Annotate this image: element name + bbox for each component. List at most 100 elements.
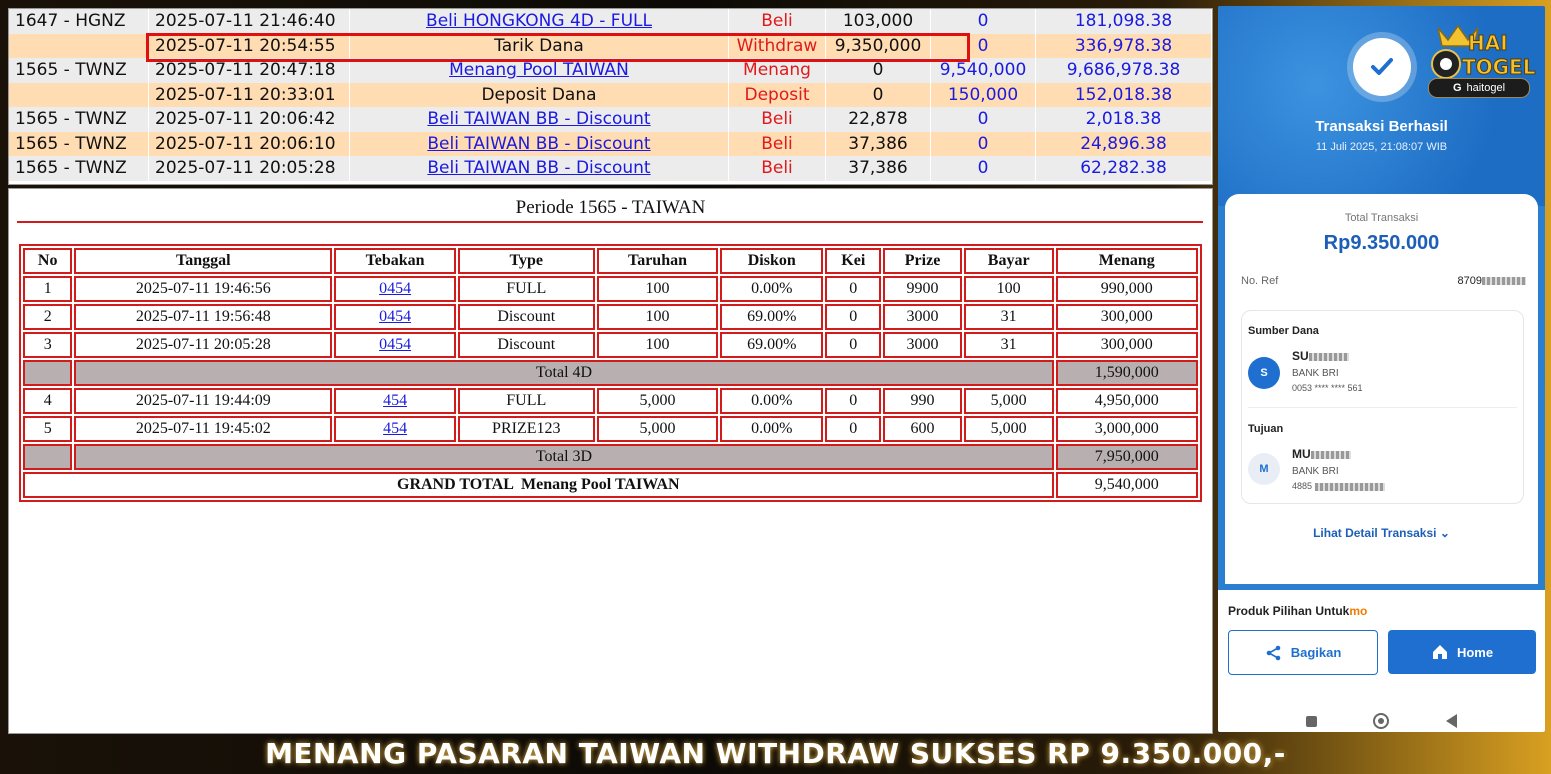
total-spacer xyxy=(23,444,73,470)
bet-cell-no: 4 xyxy=(23,388,73,414)
share-label: Bagikan xyxy=(1290,645,1342,660)
dest-bank: BANK BRI xyxy=(1292,466,1339,477)
bet-cell-menang: 3,000,000 xyxy=(1055,416,1198,442)
history-row: 1565 - TWNZ 2025-07-11 20:05:28 Beli TAIWA… xyxy=(9,156,1212,181)
transaction-history-table: 1647 - HGNZ 2025-07-11 21:46:40 Beli HONGK… xyxy=(9,9,1212,181)
bet-cell-taruhan: 100 xyxy=(596,332,719,358)
share-icon xyxy=(1266,645,1281,660)
google-g-icon: G xyxy=(1452,82,1462,94)
products-label: Produk Pilihan Untuk xyxy=(1228,604,1350,618)
recents-icon[interactable] xyxy=(1306,715,1318,727)
receipt-title: Transaksi Berhasil xyxy=(1315,118,1448,135)
total-label: Total 3D xyxy=(74,444,1054,470)
bet-cell-prize: 990 xyxy=(883,388,962,414)
title-divider xyxy=(17,221,1203,223)
history-type: Beli xyxy=(728,131,826,156)
bet-cell-bayar: 5,000 xyxy=(963,416,1054,442)
dest-account-redacted xyxy=(1314,482,1385,491)
source-name: SU xyxy=(1292,349,1349,363)
column-header: Taruhan xyxy=(596,248,719,274)
history-description: Menang Pool TAIWAN xyxy=(349,58,729,83)
bet-cell-prize: 3000 xyxy=(883,332,962,358)
view-detail-link[interactable]: Lihat Detail Transaksi ⌄ xyxy=(1225,526,1538,540)
bet-cell-tebakan: 0454 xyxy=(334,332,456,358)
source-avatar: S xyxy=(1248,357,1280,389)
bet-cell-menang: 300,000 xyxy=(1055,304,1198,330)
share-button[interactable]: Bagikan xyxy=(1228,630,1378,675)
history-win: 0 xyxy=(930,9,1036,34)
history-description-link[interactable]: Beli HONGKONG 4D - FULL xyxy=(426,11,652,31)
guess-number-link[interactable]: 454 xyxy=(383,392,407,409)
bet-cell-type: Discount xyxy=(457,304,595,330)
source-label: Sumber Dana xyxy=(1248,325,1319,337)
history-row: 1565 - TWNZ 2025-07-11 20:06:42 Beli TAIWA… xyxy=(9,107,1212,132)
history-description: Beli TAIWAN BB - Discount xyxy=(349,107,729,132)
bet-cell-prize: 600 xyxy=(883,416,962,442)
ref-redacted xyxy=(1482,277,1526,286)
history-balance: 62,282.38 xyxy=(1035,156,1212,181)
source-name-redacted xyxy=(1308,352,1349,361)
bet-cell-kei: 0 xyxy=(825,332,882,358)
history-market-id: 1565 - TWNZ xyxy=(9,107,149,132)
home-button[interactable]: Home xyxy=(1388,630,1536,674)
products-heading: Produk Pilihan Untukmo xyxy=(1228,604,1367,618)
history-balance: 24,896.38 xyxy=(1035,131,1212,156)
history-description-link[interactable]: Beli TAIWAN BB - Discount xyxy=(427,109,650,129)
parties-card: Sumber Dana S SU BANK BRI 0053 **** ****… xyxy=(1241,310,1524,504)
ref-value-text: 8709 xyxy=(1457,275,1482,287)
bet-row: 2 2025-07-11 19:56:48 0454 Discount 100 69.00… xyxy=(23,304,1198,330)
history-date: 2025-07-11 20:05:28 xyxy=(148,156,350,181)
haitogel-badge-label: haitogel xyxy=(1466,82,1506,94)
dest-name-redacted xyxy=(1310,450,1351,459)
history-win: 0 xyxy=(930,131,1036,156)
guess-number-link[interactable]: 0454 xyxy=(379,280,411,297)
history-description-link[interactable]: Menang Pool TAIWAN xyxy=(449,60,629,80)
column-header: Diskon xyxy=(720,248,824,274)
home-label: Home xyxy=(1456,644,1494,660)
total-4d-row: Total 4D 1,590,000 xyxy=(23,360,1198,386)
column-header: Type xyxy=(457,248,595,274)
bet-cell-no: 1 xyxy=(23,276,73,302)
history-description-link[interactable]: Beli TAIWAN BB - Discount xyxy=(427,158,650,178)
history-type: Beli xyxy=(728,9,826,34)
grand-total-value: 9,540,000 xyxy=(1055,472,1198,498)
source-bank: BANK BRI xyxy=(1292,368,1339,379)
history-type: Menang xyxy=(728,58,826,83)
history-description: Tarik Dana xyxy=(349,33,729,58)
history-balance: 336,978.38 xyxy=(1035,33,1212,58)
back-icon[interactable] xyxy=(1445,714,1457,728)
source-name-text: SU xyxy=(1292,349,1309,363)
parties-divider xyxy=(1248,407,1517,408)
history-amount: 0 xyxy=(825,58,931,83)
home-nav-icon[interactable] xyxy=(1373,713,1390,729)
promo-caption: MENANG PASARAN TAIWAN WITHDRAW SUKSES RP… xyxy=(265,737,1286,770)
history-description: Beli TAIWAN BB - Discount xyxy=(349,156,729,181)
guess-number-link[interactable]: 454 xyxy=(383,420,407,437)
bet-cell-no: 2 xyxy=(23,304,73,330)
history-amount: 9,350,000 xyxy=(825,33,931,58)
history-win: 0 xyxy=(930,107,1036,132)
history-date: 2025-07-11 20:06:10 xyxy=(148,131,350,156)
history-amount: 0 xyxy=(825,82,931,107)
bet-cell-tanggal: 2025-07-11 19:56:48 xyxy=(74,304,333,330)
bet-cell-tebakan: 0454 xyxy=(334,276,456,302)
column-header: Menang xyxy=(1055,248,1198,274)
bet-cell-menang: 300,000 xyxy=(1055,332,1198,358)
home-icon xyxy=(1432,645,1447,659)
bet-row: 3 2025-07-11 20:05:28 0454 Discount 100 69.00… xyxy=(23,332,1198,358)
history-balance: 2,018.38 xyxy=(1035,107,1212,132)
ref-value: 8709 xyxy=(1458,275,1526,287)
bet-cell-taruhan: 5,000 xyxy=(596,388,719,414)
history-amount: 22,878 xyxy=(825,107,931,132)
guess-number-link[interactable]: 0454 xyxy=(379,308,411,325)
history-description-link[interactable]: Beli TAIWAN BB - Discount xyxy=(427,134,650,154)
column-header: No xyxy=(23,248,73,274)
history-market-id: 1565 - TWNZ xyxy=(9,131,149,156)
bet-cell-menang: 4,950,000 xyxy=(1055,388,1198,414)
history-description: Beli TAIWAN BB - Discount xyxy=(349,131,729,156)
history-date: 2025-07-11 20:54:55 xyxy=(148,33,350,58)
dest-label: Tujuan xyxy=(1248,423,1284,435)
guess-number-link[interactable]: 0454 xyxy=(379,336,411,353)
history-date: 2025-07-11 20:06:42 xyxy=(148,107,350,132)
history-amount: 103,000 xyxy=(825,9,931,34)
